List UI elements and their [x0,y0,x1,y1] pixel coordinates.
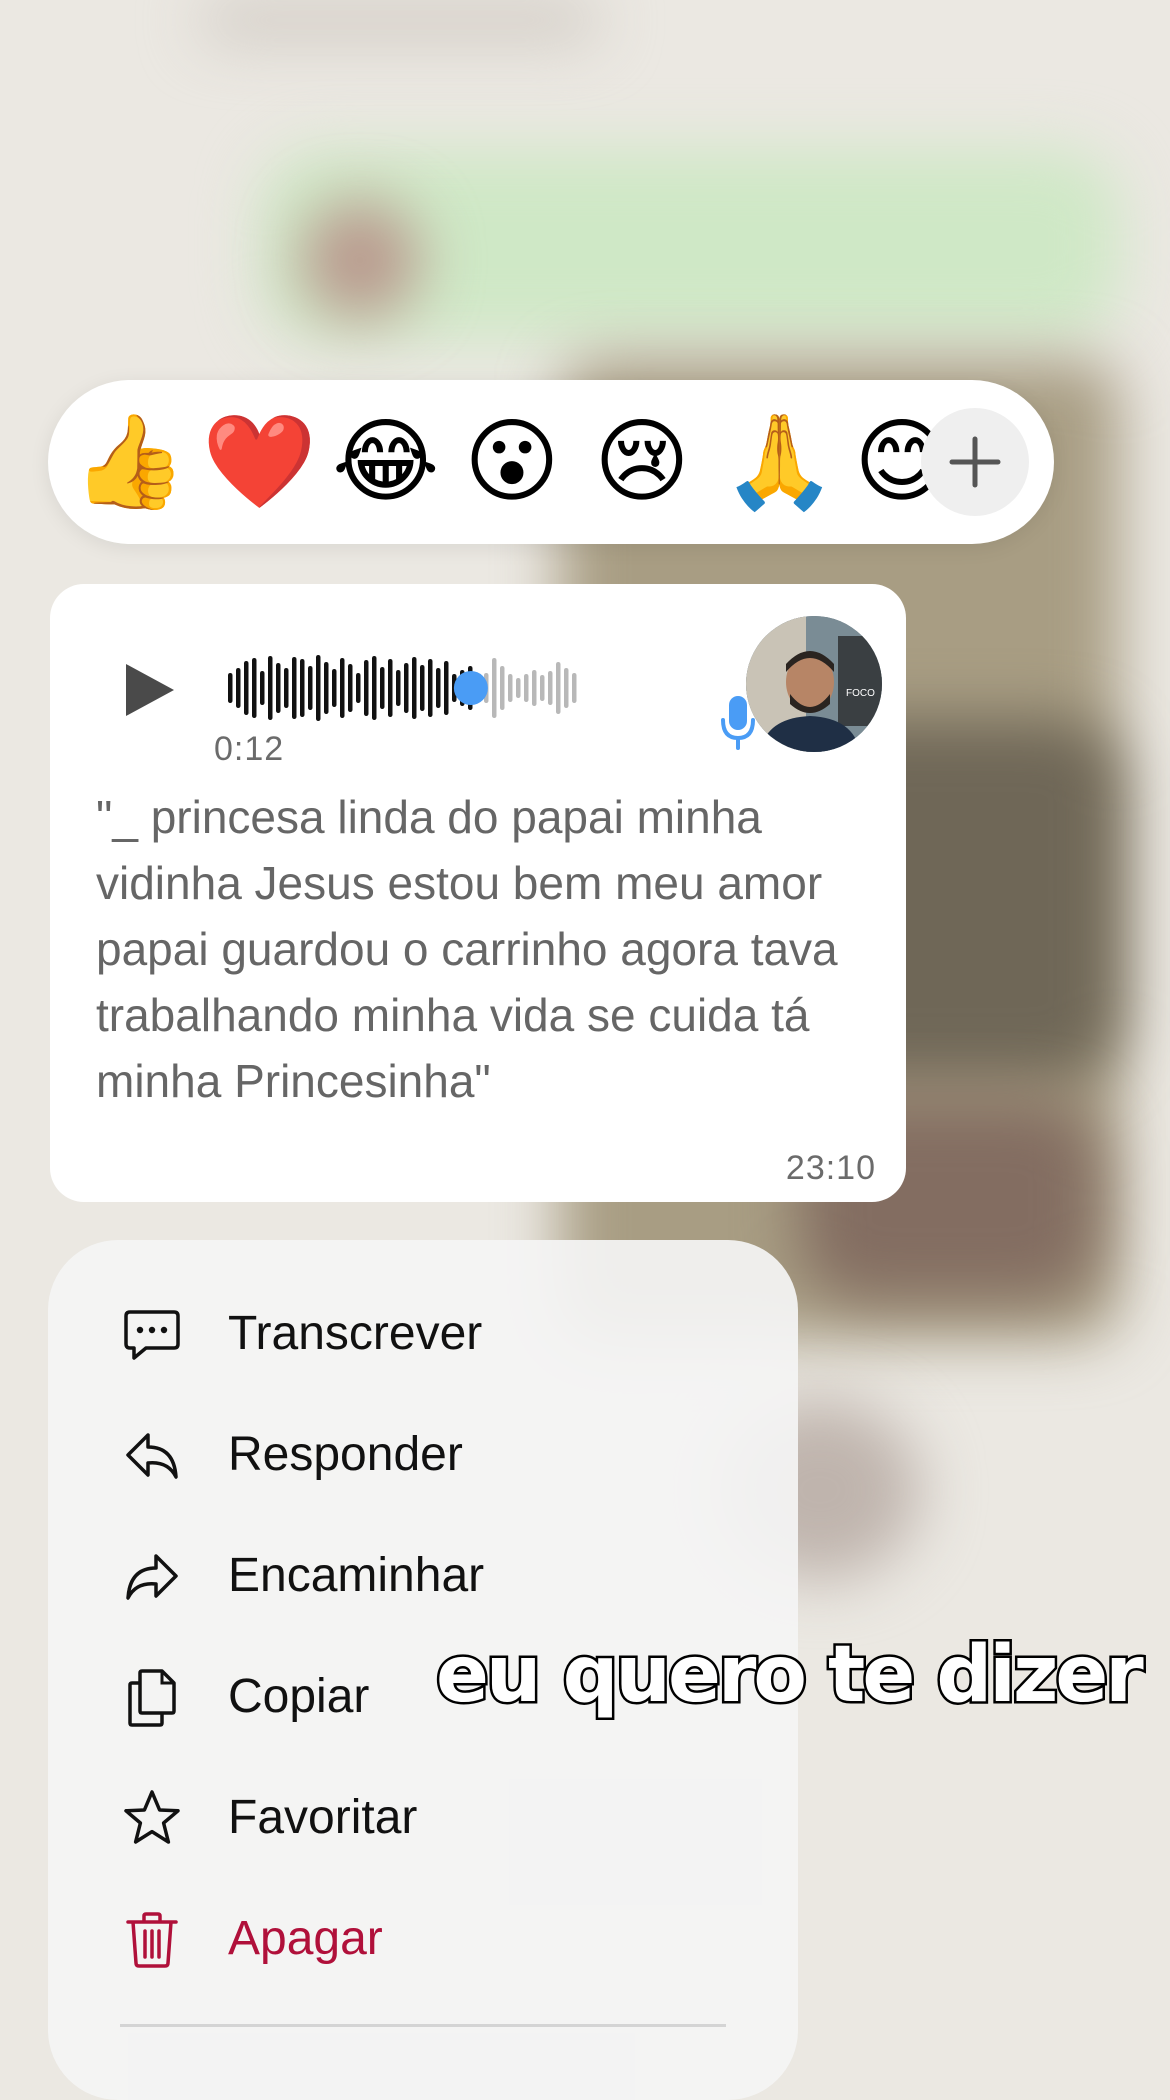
audio-duration: 0:12 [214,730,285,768]
waveform-bar [332,669,337,707]
menu-item-apagar[interactable]: Apagar [48,1887,798,1987]
audio-waveform[interactable] [224,640,744,736]
menu-item-responder[interactable]: Responder [48,1403,798,1503]
waveform-bar [556,662,561,714]
waveform-bar [300,659,305,717]
waveform-bar [412,657,417,719]
waveform-bar [492,658,497,718]
heart-emoji[interactable]: ❤️ [202,412,317,512]
surprised-emoji[interactable]: 😮 [462,412,562,512]
svg-text:FOCO: FOCO [846,688,875,699]
waveform-bar [236,668,241,708]
waveform-bar [324,662,329,714]
transcript-text: "_ princesa linda do papai minha vidinha… [96,791,838,1107]
menu-label: Apagar [228,1912,383,1965]
menu-label: Responder [228,1428,463,1481]
waveform-bar [364,660,369,716]
menu-divider [120,2024,726,2027]
more-reactions-button[interactable] [921,408,1029,516]
waveform-bar [508,674,513,702]
menu-label: Favoritar [228,1791,418,1844]
waveform-bar [276,663,281,713]
waveform-bar [436,668,441,708]
waveform-bar [572,673,577,703]
message-time: 23:10 [785,1149,876,1187]
menu-label: Copiar [228,1670,370,1723]
waveform-bar [348,664,353,712]
waveform-bar [228,673,233,703]
menu-item-transcrever[interactable]: Transcrever [48,1282,798,1382]
laughing-emoji[interactable]: 😂 [332,412,440,512]
waveform-bar [388,659,393,717]
sad-emoji[interactable]: 😢 [592,412,692,512]
waveform-bar [396,670,401,706]
forward-icon [126,1554,178,1600]
star-icon [124,1790,180,1844]
waveform-bar [268,656,273,720]
playback-scrubber[interactable] [453,671,488,705]
waveform-bar [524,674,529,702]
waveform-bar [356,673,361,703]
thumbs-up-emoji[interactable]: 👍 [72,412,187,512]
waveform-bar [284,668,289,708]
waveform-bar [532,670,537,706]
waveform-bar [540,675,545,701]
trash-icon [126,1912,178,1968]
copy-icon [128,1669,176,1727]
waveform-bar [548,671,553,705]
transcribe-icon [124,1310,180,1360]
waveform-bar [316,655,321,721]
plus-icon [949,436,1001,488]
waveform-bar [340,658,345,718]
reply-icon [126,1433,178,1479]
waveform-bar [292,657,297,719]
microphone-icon [721,696,755,750]
play-icon[interactable] [118,660,178,720]
waveform-bar [444,661,449,715]
reaction-bar: 👍 ❤️ 😂 😮 😢 🙏 😊 [48,380,1054,544]
waveform-bar [380,667,385,709]
waveform-bar [308,666,313,710]
waveform-bar [428,659,433,717]
avatar[interactable]: FOCO [746,616,882,752]
waveform-bar [420,665,425,711]
waveform-bar [564,668,569,708]
menu-label: Encaminhar [228,1549,485,1602]
voice-message-bubble[interactable]: 0:12 FOCO "_ princesa linda do papai min… [50,584,906,1202]
waveform-bar [252,658,257,718]
video-caption: eu quero te dizer [434,1628,1147,1723]
waveform-bar [372,656,377,720]
waveform-bar [404,663,409,713]
waveform-bar [500,666,505,710]
waveform-bar [516,678,521,698]
menu-label: Transcrever [228,1307,483,1360]
menu-item-encaminhar[interactable]: Encaminhar [48,1524,798,1624]
waveform-bar [244,661,249,715]
praying-hands-emoji[interactable]: 🙏 [722,412,837,512]
menu-item-favoritar[interactable]: Favoritar [48,1766,798,1866]
waveform-bar [260,671,265,705]
